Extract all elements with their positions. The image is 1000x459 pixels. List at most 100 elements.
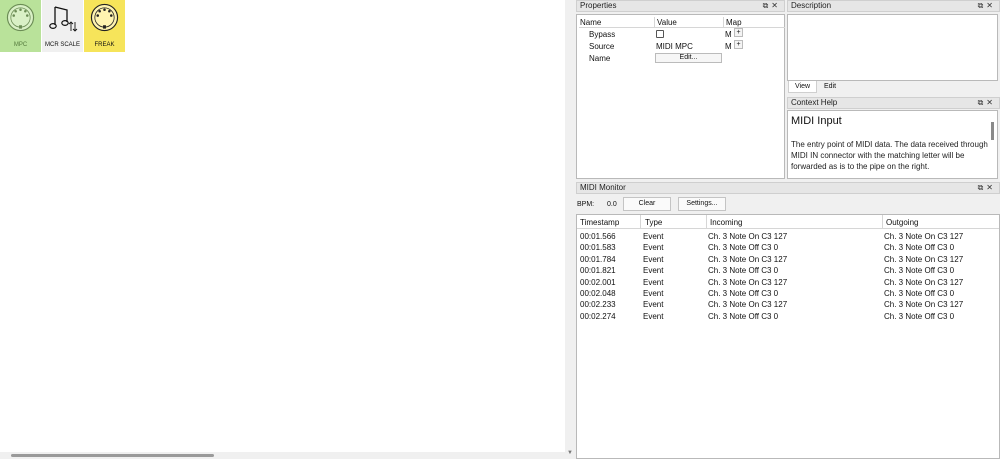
column-header[interactable]: Incoming — [710, 218, 742, 227]
incoming-cell: Ch. 3 Note Off C3 0 — [708, 288, 779, 298]
help-heading: MIDI Input — [791, 115, 842, 127]
float-icon[interactable]: ⧉ — [978, 183, 987, 192]
type-cell: Event — [643, 300, 664, 310]
table-row[interactable]: 00:01.821 Event Ch. 3 Note Off C3 0 Ch. 3 N… — [577, 265, 999, 276]
panel-title: MIDI Monitor — [580, 183, 626, 192]
incoming-cell: Ch. 3 Note Off C3 0 — [708, 243, 779, 253]
timestamp-cell: 00:01.583 — [580, 243, 616, 253]
column-header[interactable]: Timestamp — [580, 218, 619, 227]
music-note-icon — [49, 6, 78, 32]
table-header: Timestamp Type Incoming Outgoing — [577, 215, 999, 229]
column-header[interactable]: Type — [645, 218, 662, 227]
properties-table: Name Value Map Bypass M + Source MIDI MP… — [579, 17, 785, 64]
timestamp-cell: 00:01.821 — [580, 266, 616, 276]
patch-canvas[interactable]: MPC MCR SCALE FREAK — [0, 0, 565, 459]
canvas-horizontal-scrollbar[interactable] — [0, 452, 565, 459]
din-connector-icon — [6, 3, 35, 32]
bpm-value: 0.0 — [607, 201, 617, 208]
type-cell: Event — [643, 266, 664, 276]
midi-monitor-toolbar: BPM: 0.0 Clear Settings... — [577, 197, 1000, 213]
close-icon[interactable]: ✕ — [986, 183, 996, 192]
timestamp-cell: 00:02.233 — [580, 300, 616, 310]
help-scrollbar[interactable] — [991, 122, 994, 140]
outgoing-cell: Ch. 3 Note Off C3 0 — [884, 311, 955, 321]
type-cell: Event — [643, 254, 664, 264]
description-text-area[interactable] — [787, 14, 998, 81]
timestamp-cell: 00:02.001 — [580, 277, 616, 287]
float-icon[interactable]: ⧉ — [978, 1, 987, 10]
type-cell: Event — [643, 232, 664, 241]
node-freak[interactable]: FREAK — [84, 0, 125, 52]
table-row[interactable]: 00:02.001 Event Ch. 3 Note On C3 127 Ch. 3 … — [577, 277, 999, 288]
timestamp-cell: 00:01.784 — [580, 254, 616, 264]
column-header[interactable]: Map — [726, 18, 742, 27]
property-row-name: Name Edit... — [579, 52, 785, 64]
properties-title-bar: Properties ⧉✕ — [576, 0, 785, 12]
type-cell: Event — [643, 243, 664, 253]
midi-monitor-title-bar: MIDI Monitor ⧉✕ — [576, 182, 1000, 194]
incoming-cell: Ch. 3 Note On C3 127 — [708, 232, 788, 241]
outgoing-cell: Ch. 3 Note On C3 127 — [884, 232, 964, 241]
outgoing-cell: Ch. 3 Note Off C3 0 — [884, 266, 955, 276]
outgoing-cell: Ch. 3 Note On C3 127 — [884, 254, 964, 264]
tab-view[interactable]: View — [788, 81, 818, 93]
column-header[interactable]: Outgoing — [886, 218, 918, 227]
table-header: Name Value Map — [579, 17, 785, 28]
outgoing-cell: Ch. 3 Note Off C3 0 — [884, 288, 955, 298]
table-row[interactable]: 00:02.048 Event Ch. 3 Note Off C3 0 Ch. 3 N… — [577, 288, 999, 299]
table-body: 00:01.566 Event Ch. 3 Note On C3 127 Ch. 3 … — [577, 229, 999, 322]
add-mapping-button[interactable]: + — [734, 40, 743, 49]
canvas-vertical-scrollbar[interactable]: ▼ — [565, 0, 575, 459]
panel-title: Description — [791, 1, 832, 10]
incoming-cell: Ch. 3 Note Off C3 0 — [708, 311, 779, 321]
type-cell: Event — [643, 311, 664, 321]
scroll-down-icon[interactable]: ▼ — [567, 450, 573, 456]
outgoing-cell: Ch. 3 Note On C3 127 — [884, 300, 964, 310]
clear-button[interactable]: Clear — [623, 197, 671, 211]
context-help-title-bar: Context Help ⧉✕ — [787, 97, 1000, 109]
context-help-panel: MIDI Input The entry point of MIDI data.… — [787, 110, 998, 179]
incoming-cell: Ch. 3 Note On C3 127 — [708, 300, 788, 310]
node-label: MPC — [13, 42, 28, 48]
panel-title: Properties — [580, 1, 617, 10]
incoming-cell: Ch. 3 Note On C3 127 — [708, 277, 788, 287]
add-mapping-button[interactable]: + — [734, 28, 743, 37]
description-title-bar: Description ⧉✕ — [787, 0, 1000, 12]
table-row[interactable]: 00:01.566 Event Ch. 3 Note On C3 127 Ch. 3 … — [577, 231, 999, 242]
table-row[interactable]: 00:01.583 Event Ch. 3 Note Off C3 0 Ch. 3 N… — [577, 242, 999, 253]
din-connector-icon — [90, 3, 119, 32]
help-text: The entry point of MIDI data. The data r… — [791, 140, 988, 171]
timestamp-cell: 00:02.274 — [580, 311, 616, 321]
close-icon[interactable]: ✕ — [986, 98, 996, 107]
edit-name-button[interactable]: Edit... — [655, 53, 722, 63]
midi-monitor-table: Timestamp Type Incoming Outgoing 00:01.5… — [576, 214, 1000, 459]
incoming-cell: Ch. 3 Note On C3 127 — [708, 254, 788, 264]
timestamp-cell: 00:02.048 — [580, 288, 616, 298]
type-cell: Event — [643, 288, 664, 298]
node-mcr-scale[interactable]: MCR SCALE — [42, 0, 83, 52]
bypass-checkbox[interactable] — [656, 30, 664, 38]
column-header[interactable]: Name — [580, 18, 601, 27]
close-icon[interactable]: ✕ — [986, 1, 996, 10]
table-row[interactable]: 00:01.784 Event Ch. 3 Note On C3 127 Ch. 3 … — [577, 254, 999, 265]
source-value[interactable]: MIDI MPC — [656, 42, 693, 51]
property-row-source: Source MIDI MPC M + — [579, 40, 785, 52]
map-midi-label: M — [725, 42, 732, 51]
node-label: MCR SCALE — [44, 42, 80, 48]
type-cell: Event — [643, 277, 664, 287]
property-name: Bypass — [589, 30, 616, 39]
settings-button[interactable]: Settings... — [678, 197, 726, 211]
close-icon[interactable]: ✕ — [771, 1, 781, 10]
column-header[interactable]: Value — [657, 18, 677, 27]
property-name: Name — [589, 54, 611, 63]
table-row[interactable]: 00:02.233 Event Ch. 3 Note On C3 127 Ch. 3 … — [577, 299, 999, 310]
table-row[interactable]: 00:02.274 Event Ch. 3 Note Off C3 0 Ch. 3 N… — [577, 311, 999, 322]
tab-edit[interactable]: Edit — [818, 81, 842, 93]
scrollbar-thumb[interactable] — [11, 454, 214, 457]
float-icon[interactable]: ⧉ — [763, 1, 772, 10]
float-icon[interactable]: ⧉ — [978, 98, 987, 107]
timestamp-cell: 00:01.566 — [580, 232, 616, 241]
node-label: FREAK — [94, 42, 115, 48]
node-mpc[interactable]: MPC — [0, 0, 41, 52]
panel-title: Context Help — [791, 98, 838, 107]
